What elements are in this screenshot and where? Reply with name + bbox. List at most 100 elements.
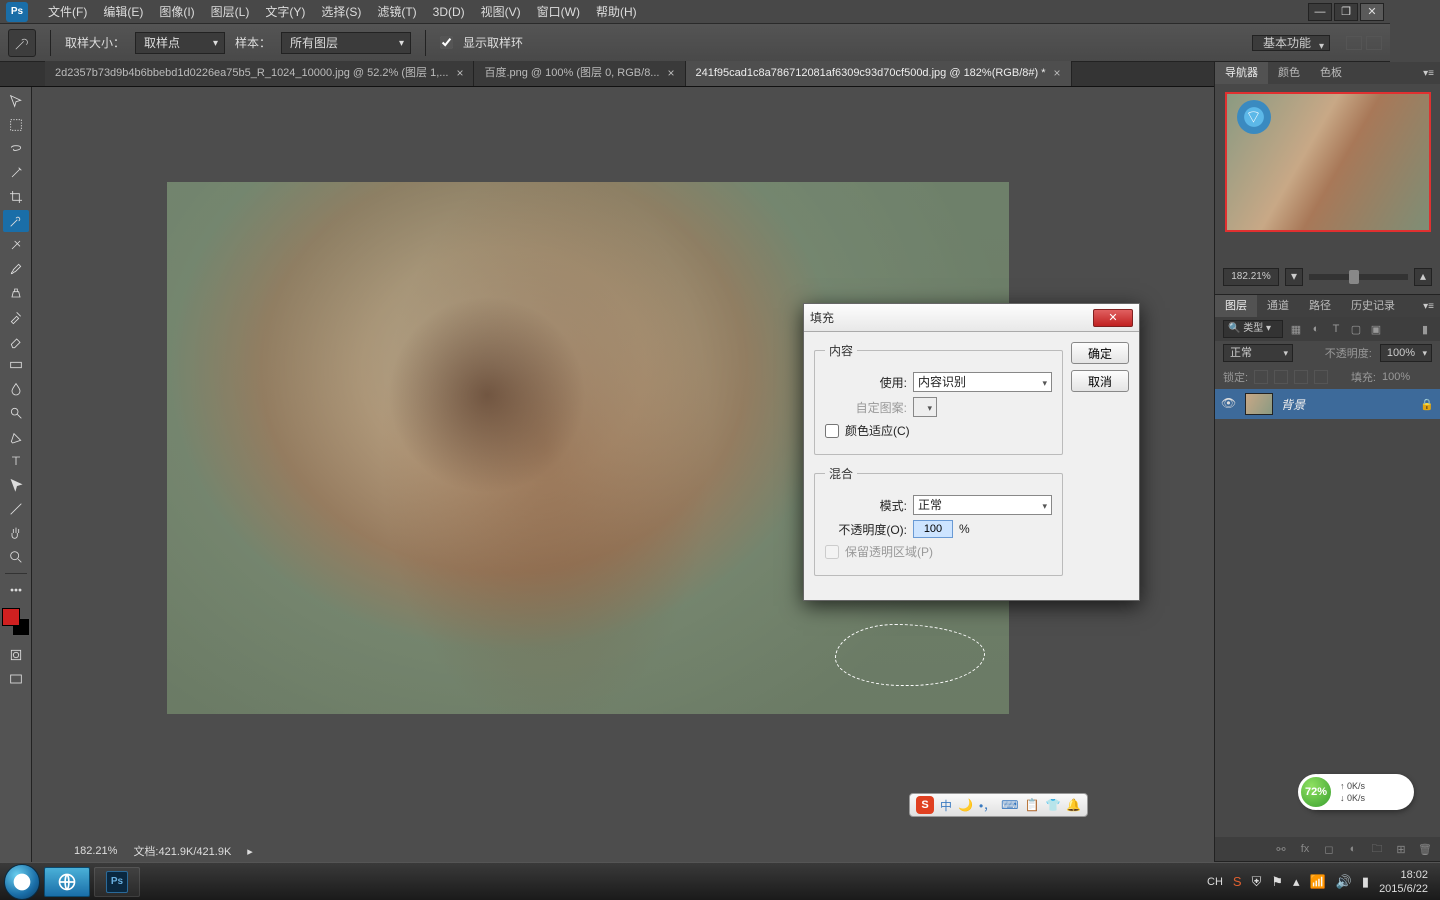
clone-stamp-tool[interactable]	[3, 282, 29, 304]
opacity-dropdown[interactable]: 100%	[1380, 344, 1432, 362]
layer-row[interactable]: 👁 背景 🔒	[1215, 389, 1440, 419]
window-restore-button[interactable]: ❐	[1334, 3, 1358, 21]
crop-tool[interactable]	[3, 186, 29, 208]
expand-icon[interactable]	[1346, 36, 1362, 50]
sample-size-dropdown[interactable]: 取样点	[135, 32, 225, 54]
doc-info-readout[interactable]: 文档:421.9K/421.9K	[133, 843, 231, 859]
eraser-tool[interactable]	[3, 330, 29, 352]
brush-tool[interactable]	[3, 258, 29, 280]
gradient-tool[interactable]	[3, 354, 29, 376]
menu-edit[interactable]: 编辑(E)	[95, 0, 151, 24]
cancel-button[interactable]: 取消	[1071, 370, 1129, 392]
sogou-logo-icon[interactable]: S	[916, 796, 934, 814]
history-tab[interactable]: 历史记录	[1341, 295, 1405, 317]
ime-language-indicator[interactable]: CH	[1207, 876, 1223, 888]
quick-mask-icon[interactable]	[3, 644, 29, 666]
menu-file[interactable]: 文件(F)	[40, 0, 95, 24]
blend-mode-dropdown[interactable]: 正常	[1223, 344, 1293, 362]
lock-pixels-icon[interactable]	[1274, 370, 1288, 384]
color-swatches[interactable]	[2, 608, 30, 636]
ime-item[interactable]: 🔔	[1066, 798, 1081, 812]
new-layer-icon[interactable]: ⊞	[1394, 843, 1408, 856]
zoom-out-button[interactable]: ▾	[1285, 268, 1303, 286]
path-selection-tool[interactable]	[3, 474, 29, 496]
sample-dropdown[interactable]: 所有图层	[281, 32, 411, 54]
color-tab[interactable]: 颜色	[1268, 62, 1310, 84]
expand-icon[interactable]	[1366, 36, 1382, 50]
menu-help[interactable]: 帮助(H)	[588, 0, 645, 24]
layer-visibility-icon[interactable]: 👁	[1221, 396, 1237, 412]
dodge-tool[interactable]	[3, 402, 29, 424]
lock-all-icon[interactable]	[1314, 370, 1328, 384]
menu-type[interactable]: 文字(Y)	[257, 0, 313, 24]
navigator-thumbnail[interactable]: ⌔	[1225, 92, 1431, 232]
tray-battery-icon[interactable]: ▮	[1362, 874, 1369, 890]
move-tool[interactable]	[3, 90, 29, 112]
menu-select[interactable]: 选择(S)	[313, 0, 369, 24]
workspace-switcher[interactable]: 基本功能	[1252, 35, 1330, 51]
filter-shape-icon[interactable]: ▢	[1349, 322, 1363, 336]
filter-toggle-icon[interactable]: ▮	[1418, 322, 1432, 336]
history-brush-tool[interactable]	[3, 306, 29, 328]
ime-item[interactable]: 🌙	[958, 798, 973, 812]
zoom-in-button[interactable]: ▴	[1414, 268, 1432, 286]
filter-smart-icon[interactable]: ▣	[1369, 322, 1383, 336]
line-tool[interactable]	[3, 498, 29, 520]
tray-sogou-icon[interactable]: S	[1233, 874, 1242, 889]
lasso-tool[interactable]	[3, 138, 29, 160]
pen-tool[interactable]	[3, 426, 29, 448]
filter-adjust-icon[interactable]: ◐	[1309, 322, 1323, 336]
ime-item[interactable]: 👕	[1045, 798, 1060, 812]
magic-wand-tool[interactable]	[3, 162, 29, 184]
adjustment-icon[interactable]: ◐	[1346, 843, 1360, 855]
panel-menu-icon[interactable]: ▾≡	[1417, 68, 1440, 79]
layers-tab[interactable]: 图层	[1215, 295, 1257, 317]
menu-3d[interactable]: 3D(D)	[425, 0, 473, 24]
tray-flag-icon[interactable]: ⚑	[1271, 874, 1283, 890]
edit-toolbar-icon[interactable]	[3, 579, 29, 601]
type-tool[interactable]	[3, 450, 29, 472]
navigator-tab[interactable]: 导航器	[1215, 62, 1268, 84]
ime-toolbar[interactable]: S 中 🌙 •， ⌨ 📋 👕 🔔	[909, 793, 1088, 817]
menu-filter[interactable]: 滤镜(T)	[369, 0, 424, 24]
lock-position-icon[interactable]	[1294, 370, 1308, 384]
taskbar-browser-button[interactable]	[44, 867, 90, 897]
taskbar-clock[interactable]: 18:02 2015/6/22	[1379, 868, 1428, 896]
tab-close-icon[interactable]: ×	[1054, 61, 1061, 86]
screen-mode-icon[interactable]	[3, 668, 29, 690]
tab-close-icon[interactable]: ×	[667, 61, 674, 86]
start-button[interactable]	[4, 864, 40, 900]
menu-window[interactable]: 窗口(W)	[529, 0, 588, 24]
menu-view[interactable]: 视图(V)	[473, 0, 529, 24]
marquee-tool[interactable]	[3, 114, 29, 136]
filter-type-icon[interactable]: T	[1329, 322, 1343, 336]
hand-tool[interactable]	[3, 522, 29, 544]
mode-dropdown[interactable]: 正常	[913, 495, 1052, 515]
navigator-zoom-value[interactable]: 182.21%	[1223, 268, 1279, 286]
zoom-slider[interactable]	[1309, 274, 1408, 280]
filter-pixel-icon[interactable]: ▦	[1289, 322, 1303, 336]
zoom-tool[interactable]	[3, 546, 29, 568]
current-tool-icon[interactable]	[8, 29, 36, 57]
taskbar-photoshop-button[interactable]: Ps	[94, 867, 140, 897]
blur-tool[interactable]	[3, 378, 29, 400]
delete-layer-icon[interactable]: 🗑	[1418, 843, 1432, 856]
dialog-titlebar[interactable]: 填充 ✕	[804, 304, 1139, 332]
fx-icon[interactable]: fx	[1298, 843, 1312, 855]
color-adapt-checkbox[interactable]	[825, 424, 839, 438]
ok-button[interactable]: 确定	[1071, 342, 1129, 364]
document-tab[interactable]: 2d2357b73d9b4b6bbebd1d0226ea75b5_R_1024_…	[45, 61, 474, 86]
document-tab[interactable]: 241f95cad1c8a786712081af6309c93d70cf500d…	[686, 61, 1072, 86]
tab-close-icon[interactable]: ×	[456, 61, 463, 86]
window-minimize-button[interactable]: —	[1308, 3, 1332, 21]
status-arrow-icon[interactable]: ▸	[247, 845, 253, 858]
menu-layer[interactable]: 图层(L)	[203, 0, 258, 24]
mask-icon[interactable]: ◻	[1322, 843, 1336, 856]
foreground-color[interactable]	[2, 608, 20, 626]
fill-dropdown[interactable]: 100%	[1382, 371, 1432, 383]
tray-shield-icon[interactable]: ⛨	[1252, 874, 1262, 890]
use-dropdown[interactable]: 内容识别	[913, 372, 1052, 392]
document-tab[interactable]: 百度.png @ 100% (图层 0, RGB/8... ×	[474, 61, 685, 86]
lock-transparency-icon[interactable]	[1254, 370, 1268, 384]
dialog-close-button[interactable]: ✕	[1093, 309, 1133, 327]
